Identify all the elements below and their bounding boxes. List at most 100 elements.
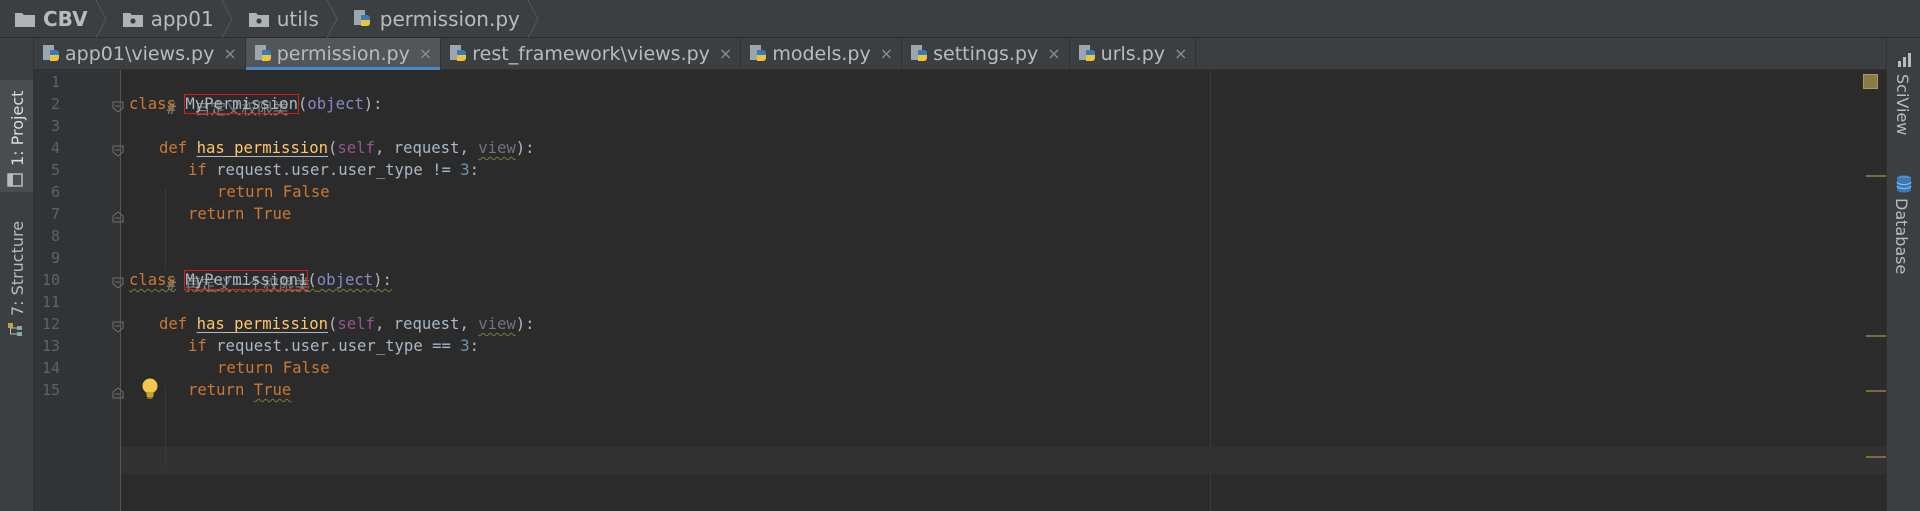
tab-app01-views[interactable]: app01\views.py × bbox=[34, 38, 246, 69]
scrollbar-marker[interactable] bbox=[1866, 456, 1886, 458]
keyword: return bbox=[188, 205, 245, 223]
fold-end-icon[interactable] bbox=[112, 387, 124, 399]
breadcrumb-label: utils bbox=[276, 6, 319, 31]
close-icon[interactable]: × bbox=[223, 44, 236, 63]
breadcrumb-label: permission.py bbox=[379, 6, 520, 31]
function-name: has_permission bbox=[196, 315, 328, 333]
left-tool-strip: 1: Project 7: Structure bbox=[0, 38, 34, 511]
param: , request, bbox=[374, 315, 479, 333]
database-tool-tab[interactable]: Database bbox=[1891, 175, 1913, 274]
close-icon[interactable]: × bbox=[1174, 44, 1187, 63]
colon: : bbox=[469, 161, 480, 179]
fold-open-icon[interactable] bbox=[112, 321, 124, 333]
right-tool-strip: SciView Database bbox=[1886, 38, 1920, 511]
self-param: self bbox=[337, 315, 375, 333]
structure-tool-tab[interactable]: 7: Structure bbox=[7, 221, 27, 338]
close-icon[interactable]: × bbox=[880, 44, 893, 63]
tab-settings[interactable]: settings.py × bbox=[902, 38, 1070, 69]
close-icon[interactable]: × bbox=[1047, 44, 1060, 63]
breadcrumb-separator bbox=[325, 0, 339, 38]
function-name: has_permission bbox=[196, 139, 328, 157]
constant: True bbox=[253, 205, 292, 223]
breadcrumb-item-app01[interactable]: app01 bbox=[108, 0, 220, 38]
breadcrumb-item-cbv[interactable]: CBV bbox=[0, 0, 94, 38]
lightbulb-icon[interactable] bbox=[139, 377, 161, 401]
keyword: def bbox=[159, 139, 188, 157]
number: 3 bbox=[460, 337, 470, 355]
unused-param: view bbox=[478, 315, 516, 333]
scrollbar-marker[interactable] bbox=[1866, 390, 1886, 392]
inspection-status-icon[interactable] bbox=[1863, 74, 1878, 89]
python-file-icon bbox=[449, 44, 469, 64]
paren: ( bbox=[328, 139, 338, 157]
paren: ): bbox=[373, 271, 392, 289]
project-icon bbox=[7, 172, 27, 188]
code-line-7: return True bbox=[188, 201, 291, 228]
python-file-icon bbox=[749, 44, 769, 64]
builtin: object bbox=[307, 95, 364, 113]
tab-label: app01\views.py bbox=[65, 42, 215, 65]
breadcrumb-separator bbox=[526, 0, 540, 38]
tab-rest-framework-views[interactable]: rest_framework\views.py × bbox=[441, 38, 742, 69]
tab-models[interactable]: models.py × bbox=[741, 38, 903, 69]
keyword: return bbox=[188, 381, 245, 399]
structure-tool-label: 7: Structure bbox=[7, 220, 27, 316]
project-tool-tab[interactable]: 1: Project bbox=[7, 91, 27, 188]
tab-urls[interactable]: urls.py × bbox=[1070, 38, 1197, 69]
fold-end-icon[interactable] bbox=[112, 211, 124, 223]
breadcrumb-label: app01 bbox=[150, 6, 214, 31]
tab-label: rest_framework\views.py bbox=[472, 42, 710, 65]
indent-guide bbox=[165, 386, 166, 468]
fold-open-icon[interactable] bbox=[112, 277, 124, 289]
package-folder-icon bbox=[248, 10, 270, 28]
code-editor[interactable]: 1 2 3 4 5 6 7 8 9 10 11 12 13 14 15 # 自定… bbox=[34, 70, 1886, 511]
close-icon[interactable]: × bbox=[719, 44, 732, 63]
tab-label: models.py bbox=[772, 42, 871, 65]
keyword: return bbox=[217, 359, 274, 377]
fold-open-icon[interactable] bbox=[112, 101, 124, 113]
code-line-2: class MyPermission(object): bbox=[129, 91, 383, 118]
tab-label: urls.py bbox=[1100, 42, 1166, 65]
constant: False bbox=[282, 359, 330, 377]
current-line-highlight bbox=[121, 447, 1886, 474]
sciview-tool-tab[interactable]: SciView bbox=[1893, 52, 1913, 135]
paren: ( bbox=[328, 315, 338, 333]
breadcrumb-label: CBV bbox=[43, 6, 88, 31]
paren: ( bbox=[307, 271, 317, 289]
structure-icon bbox=[7, 322, 27, 338]
code-line-10: class MyPermission1(object): bbox=[129, 267, 392, 294]
unused-param: view bbox=[478, 139, 516, 157]
tab-label: settings.py bbox=[933, 42, 1039, 65]
constant: False bbox=[282, 183, 330, 201]
right-margin-guide bbox=[1210, 70, 1211, 511]
python-file-icon bbox=[353, 9, 373, 29]
python-file-icon bbox=[910, 44, 930, 64]
paren: ): bbox=[363, 95, 383, 113]
sciview-tool-label: SciView bbox=[1893, 74, 1913, 136]
editor-tab-bar: app01\views.py × permission.py × rest_fr… bbox=[34, 38, 1886, 70]
database-icon bbox=[1891, 175, 1913, 193]
expression: request.user.user_type == bbox=[206, 337, 461, 355]
keyword: if bbox=[188, 161, 207, 179]
expression: request.user.user_type != bbox=[206, 161, 461, 179]
paren: ): bbox=[515, 139, 535, 157]
breadcrumb-separator bbox=[220, 0, 234, 38]
keyword: class bbox=[129, 95, 176, 113]
project-tool-label: 1: Project bbox=[7, 90, 27, 166]
close-icon[interactable]: × bbox=[419, 44, 432, 63]
breadcrumb-separator bbox=[94, 0, 108, 38]
tab-permission[interactable]: permission.py × bbox=[245, 38, 442, 70]
fold-open-icon[interactable] bbox=[112, 145, 124, 157]
python-file-icon bbox=[42, 44, 62, 64]
scrollbar-marker[interactable] bbox=[1866, 175, 1886, 177]
python-file-icon bbox=[1078, 44, 1098, 64]
tab-label: permission.py bbox=[276, 42, 410, 65]
breadcrumb-item-permission-py[interactable]: permission.py bbox=[339, 0, 526, 38]
scrollbar-marker[interactable] bbox=[1866, 335, 1886, 337]
builtin: object bbox=[316, 271, 374, 289]
package-folder-icon bbox=[122, 10, 144, 28]
breadcrumb: CBV app01 utils permission.py bbox=[0, 0, 1920, 38]
sciview-icon bbox=[1893, 52, 1913, 68]
colon: : bbox=[469, 337, 480, 355]
breadcrumb-item-utils[interactable]: utils bbox=[234, 0, 325, 38]
